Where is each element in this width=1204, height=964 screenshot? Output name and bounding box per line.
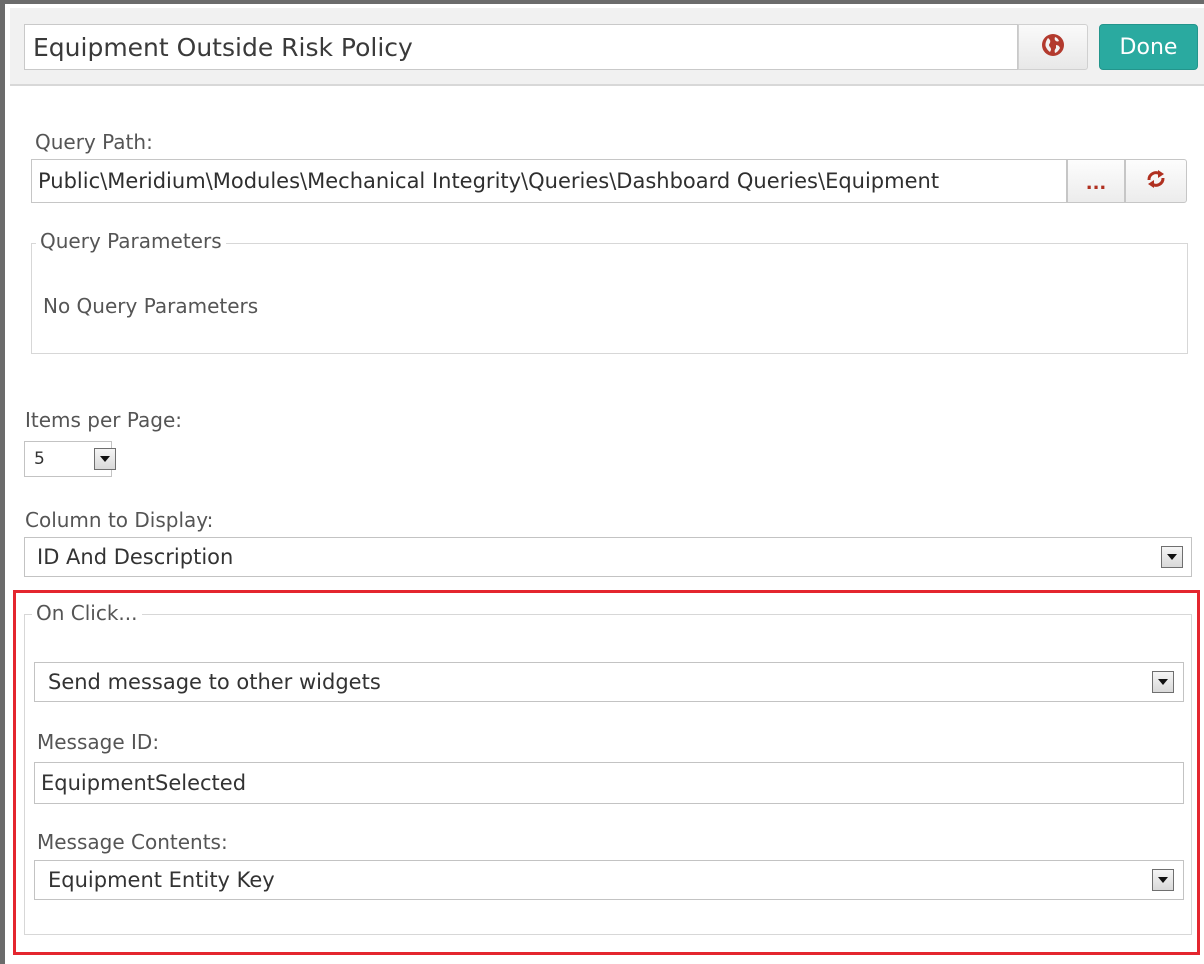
widget-settings-panel: Done Query Path: Public\Meridium\Modules… [0,0,1204,964]
globe-icon [1041,33,1065,61]
column-to-display-label: Column to Display: [25,508,214,532]
panel-left-border [0,0,5,964]
on-click-legend: On Click... [32,601,142,625]
items-per-page-select[interactable]: 5 [24,441,116,477]
query-path-input[interactable]: Public\Meridium\Modules\Mechanical Integ… [31,159,1067,203]
no-query-parameters-text: No Query Parameters [43,294,259,318]
column-to-display-select[interactable]: ID And Description [24,537,1192,577]
message-contents-value: Equipment Entity Key [48,868,275,892]
column-to-display-value: ID And Description [37,545,234,569]
message-id-input[interactable]: EquipmentSelected [34,762,1184,804]
panel-top-border [0,0,1204,4]
widget-title-input[interactable] [24,24,1018,70]
localize-title-button[interactable] [1018,24,1088,70]
query-parameters-legend: Query Parameters [36,229,226,253]
done-button[interactable]: Done [1099,24,1198,70]
on-click-action-select[interactable]: Send message to other widgets [34,662,1184,702]
on-click-action-value: Send message to other widgets [48,670,381,694]
chevron-down-icon[interactable] [1152,869,1174,891]
browse-query-button[interactable]: ... [1067,159,1125,203]
items-per-page-value: 5 [34,449,45,469]
query-path-label: Query Path: [35,130,153,154]
chevron-down-icon[interactable] [1161,546,1183,568]
message-id-label: Message ID: [37,730,160,754]
refresh-icon [1145,169,1167,193]
message-contents-label: Message Contents: [37,830,228,854]
chevron-down-icon[interactable] [94,448,116,470]
refresh-query-button[interactable] [1125,159,1187,203]
message-contents-select[interactable]: Equipment Entity Key [34,860,1184,900]
settings-header: Done [10,8,1204,86]
items-per-page-label: Items per Page: [25,408,183,432]
chevron-down-icon[interactable] [1152,671,1174,693]
